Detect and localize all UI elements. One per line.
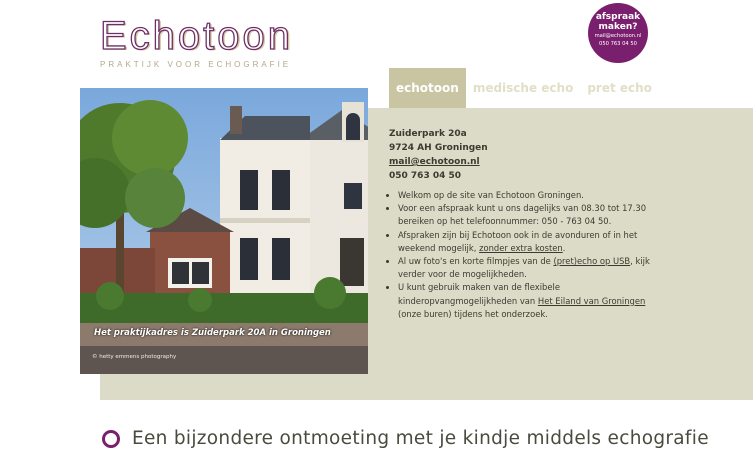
tagline-text: Een bijzondere ontmoeting met je kindje …	[132, 428, 709, 449]
list-item: U kunt gebruik maken van de flexibele ki…	[398, 281, 659, 321]
list-item: Afspraken zijn bij Echotoon ook in de av…	[398, 229, 659, 255]
address-city: 9724 AH Groningen	[389, 143, 488, 153]
tab-pret-echo[interactable]: pret echo	[580, 68, 659, 108]
list-item: Voor een afspraak kunt u ons dagelijks v…	[398, 202, 659, 228]
address-block: Zuiderpark 20a 9724 AH Groningen mail@ec…	[389, 127, 488, 183]
list-item-text: Al uw foto's en korte filmpjes van de	[398, 256, 554, 267]
no-extra-costs-link[interactable]: zonder extra kosten	[479, 243, 563, 253]
list-item-text: .	[562, 242, 566, 253]
photo-credit: © hetty emmens photography	[92, 354, 177, 360]
list-item-text: U kunt gebruik maken van de flexibele ki…	[398, 282, 560, 306]
logo-title: Echotoon	[99, 13, 294, 58]
address-phone: 050 763 04 50	[389, 171, 462, 181]
logo[interactable]: Echotoon PRAKTIJK VOOR ECHOGRAFIE	[99, 13, 294, 69]
usb-link[interactable]: (pret)echo op USB	[553, 256, 630, 266]
het-eiland-link[interactable]: Het Eiland van Groningen	[538, 296, 645, 306]
intro-list: Welkom op de site van Echotoon Groningen…	[389, 189, 659, 321]
tab-echotoon[interactable]: echotoon	[389, 68, 466, 108]
appointment-badge[interactable]: afspraak maken? mail@echotoon.nl 050 763…	[588, 3, 648, 63]
badge-phone: 050 763 04 50	[599, 41, 637, 47]
address-street: Zuiderpark 20a	[389, 129, 467, 139]
badge-email: mail@echotoon.nl	[594, 33, 642, 39]
photo-caption: Het praktijkadres is Zuiderpark 20A in G…	[94, 328, 331, 338]
list-item-text: Welkom op de site van Echotoon Groningen…	[398, 190, 584, 200]
tagline: Een bijzondere ontmoeting met je kindje …	[102, 428, 709, 449]
tab-medische-echo[interactable]: medische echo	[466, 68, 581, 108]
nav-tabs: echotoon medische echo pret echo	[389, 68, 659, 108]
list-item: Al uw foto's en korte filmpjes van de (p…	[398, 255, 659, 281]
circle-icon	[102, 429, 120, 448]
badge-line-1: afspraak	[595, 12, 641, 22]
list-item: Welkom op de site van Echotoon Groningen…	[398, 189, 659, 202]
badge-line-2: maken?	[598, 22, 638, 32]
list-item-text: Voor een afspraak kunt u ons dagelijks v…	[398, 203, 647, 227]
practice-photo: Het praktijkadres is Zuiderpark 20A in G…	[80, 88, 368, 374]
email-link[interactable]: mail@echotoon.nl	[389, 157, 480, 167]
logo-subtitle: PRAKTIJK VOOR ECHOGRAFIE	[100, 60, 292, 69]
list-item-text: (onze buren) tijdens het onderzoek.	[398, 308, 548, 319]
